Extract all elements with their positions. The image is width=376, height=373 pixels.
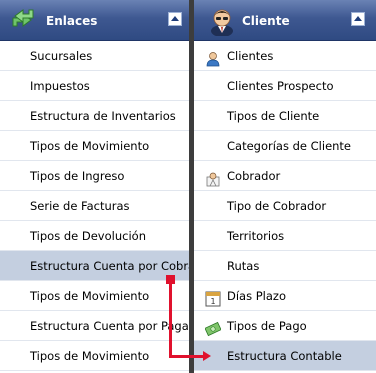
connector-line-vertical — [169, 278, 172, 358]
sync-arrows-icon — [9, 6, 37, 37]
collapse-cliente-button[interactable] — [351, 12, 365, 26]
cliente-item-clientes[interactable]: Clientes — [194, 41, 376, 71]
svg-text:1: 1 — [210, 297, 215, 306]
enlaces-title: Enlaces — [46, 14, 98, 28]
enlaces-item-tipos-movimiento-2[interactable]: Tipos de Movimiento — [0, 281, 189, 311]
cliente-item-rutas[interactable]: Rutas — [194, 251, 376, 281]
cliente-title: Cliente — [242, 14, 290, 28]
chevron-up-icon — [354, 16, 362, 21]
enlaces-item-tipos-movimiento-3[interactable]: Tipos de Movimiento — [0, 341, 189, 371]
cliente-item-categorias-cliente[interactable]: Categorías de Cliente — [194, 131, 376, 161]
user-icon — [205, 48, 221, 67]
cliente-item-dias-plazo[interactable]: 1 Días Plazo — [194, 281, 376, 311]
client-avatar-icon — [208, 6, 236, 39]
connector-arrowhead — [203, 351, 211, 361]
money-icon — [204, 318, 222, 337]
cliente-item-tipo-cobrador[interactable]: Tipo de Cobrador — [194, 191, 376, 221]
enlaces-item-tipos-devolucion[interactable]: Tipos de Devolución — [0, 221, 189, 251]
cliente-item-estructura-contable[interactable]: Estructura Contable — [194, 341, 376, 371]
enlaces-item-serie-facturas[interactable]: Serie de Facturas — [0, 191, 189, 221]
cliente-item-tipos-cliente[interactable]: Tipos de Cliente — [194, 101, 376, 131]
enlaces-item-estructura-cxc[interactable]: Estructura Cuenta por Cobrar — [0, 251, 189, 281]
enlaces-header: Enlaces — [0, 0, 189, 41]
enlaces-item-impuestos[interactable]: Impuestos — [0, 71, 189, 101]
collapse-enlaces-button[interactable] — [168, 12, 182, 26]
enlaces-item-tipos-movimiento-1[interactable]: Tipos de Movimiento — [0, 131, 189, 161]
cliente-item-cobrador[interactable]: Cobrador — [194, 161, 376, 191]
enlaces-item-estructura-inventarios[interactable]: Estructura de Inventarios — [0, 101, 189, 131]
connector-start-marker — [166, 275, 175, 284]
enlaces-panel: Enlaces Sucursales Impuestos Estructura … — [0, 0, 189, 373]
enlaces-item-sucursales[interactable]: Sucursales — [0, 41, 189, 71]
enlaces-item-estructura-cxp[interactable]: Estructura Cuenta por Pagar — [0, 311, 189, 341]
connector-line-horizontal — [169, 355, 207, 358]
cliente-item-territorios[interactable]: Territorios — [194, 221, 376, 251]
cliente-item-tipos-pago[interactable]: Tipos de Pago — [194, 311, 376, 341]
cliente-item-clientes-prospecto[interactable]: Clientes Prospecto — [194, 71, 376, 101]
enlaces-item-tipos-ingreso[interactable]: Tipos de Ingreso — [0, 161, 189, 191]
cliente-panel: Cliente Clientes Clientes Prospecto Tipo… — [194, 0, 376, 373]
collector-icon — [205, 168, 221, 187]
chevron-up-icon — [171, 16, 179, 21]
calendar-icon: 1 — [205, 288, 221, 307]
cliente-header: Cliente — [194, 0, 376, 41]
